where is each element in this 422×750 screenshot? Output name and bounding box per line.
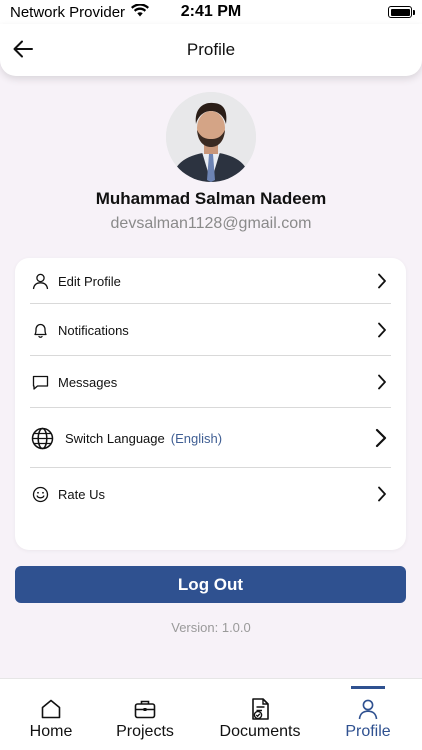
chevron-right-icon (377, 486, 387, 502)
menu-item-rate-us[interactable]: Rate Us (30, 468, 391, 520)
back-button[interactable] (10, 36, 36, 62)
user-icon (30, 271, 50, 291)
tab-documents[interactable]: Documents (214, 679, 306, 750)
user-name: Muhammad Salman Nadeem (95, 189, 327, 208)
briefcase-icon (134, 697, 156, 721)
menu-label: Switch Language (65, 430, 165, 446)
chevron-right-icon (377, 322, 387, 338)
home-icon (40, 697, 62, 721)
menu-label: Edit Profile (58, 273, 121, 289)
message-icon (30, 372, 50, 392)
active-tab-indicator (351, 686, 385, 689)
profile-menu-card: Edit Profile Notifications Messages Swit… (15, 258, 406, 550)
menu-label: Messages (58, 374, 118, 390)
menu-item-switch-language[interactable]: Switch Language (English) (30, 408, 391, 468)
menu-item-edit-profile[interactable]: Edit Profile (30, 258, 391, 304)
header: Profile (0, 24, 422, 76)
menu-item-messages[interactable]: Messages (30, 356, 391, 408)
wifi-icon (131, 2, 150, 21)
arrow-left-icon (13, 40, 33, 58)
document-icon (249, 697, 271, 721)
chevron-right-icon (377, 374, 387, 390)
tab-label: Home (29, 723, 73, 740)
smile-icon (30, 484, 50, 504)
chevron-right-icon (375, 428, 387, 448)
battery-icon (388, 6, 415, 18)
status-time: 2:41 PM (180, 3, 242, 20)
user-email: devsalman1128@gmail.com (110, 215, 312, 232)
tab-profile[interactable]: Profile (339, 679, 397, 750)
logout-button[interactable]: Log Out (15, 566, 406, 603)
tab-label: Documents (219, 723, 301, 740)
tab-home[interactable]: Home (21, 679, 81, 750)
status-bar: Network Provider 2:41 PM (0, 0, 422, 24)
chevron-right-icon (377, 273, 387, 289)
person-icon (357, 697, 379, 721)
menu-label: Notifications (58, 322, 129, 338)
globe-icon (30, 426, 54, 450)
avatar (166, 92, 256, 182)
menu-item-notifications[interactable]: Notifications (30, 304, 391, 356)
app-version: Version: 1.0.0 (171, 620, 251, 635)
status-left: Network Provider (10, 2, 150, 21)
bell-icon (30, 320, 50, 340)
menu-label: Rate Us (58, 486, 105, 502)
tab-projects[interactable]: Projects (107, 679, 183, 750)
current-language: (English) (170, 430, 223, 446)
carrier-label: Network Provider (10, 3, 126, 21)
tab-label: Profile (345, 723, 391, 740)
page-title: Profile (186, 40, 236, 59)
tab-label: Projects (116, 723, 174, 740)
